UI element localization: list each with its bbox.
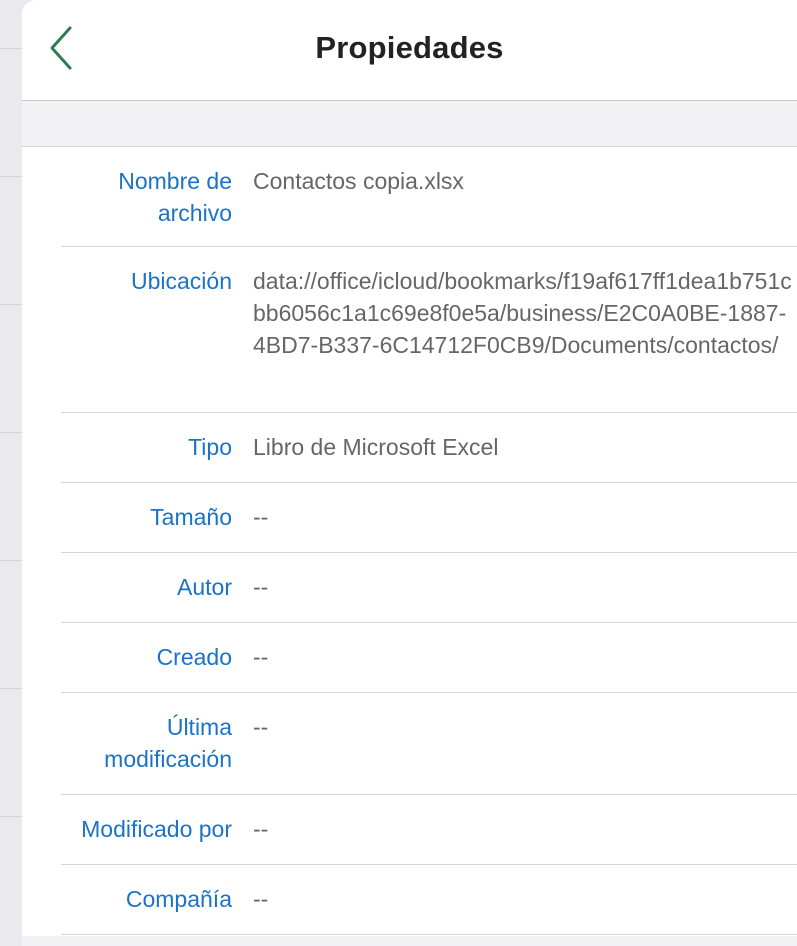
property-label: Tamaño (150, 504, 232, 530)
property-label: Tipo (188, 434, 232, 460)
property-value: Contactos copia.xlsx (253, 168, 464, 194)
property-value: -- (253, 714, 269, 740)
property-value: Libro de Microsoft Excel (253, 434, 499, 460)
property-value: -- (253, 816, 269, 842)
properties-sheet: Propiedades Nombre de archivo Contactos … (22, 0, 797, 946)
background-divider (0, 432, 22, 433)
background-divider (0, 688, 22, 689)
property-label: Ubicación (131, 268, 232, 294)
property-value: data://office/icloud/bookmarks/f19af617f… (253, 268, 792, 358)
property-row-company: Compañía -- (61, 865, 797, 935)
property-row-filename: Nombre de archivo Contactos copia.xlsx (61, 147, 797, 247)
property-row-last-modified: Última modificación -- (61, 693, 797, 795)
page-title: Propiedades (315, 30, 504, 65)
property-label: Última modificación (104, 714, 232, 772)
property-row-created: Creado -- (61, 623, 797, 693)
property-row-size: Tamaño -- (61, 483, 797, 553)
section-header-spacer (22, 101, 797, 147)
property-row-type: Tipo Libro de Microsoft Excel (61, 413, 797, 483)
property-row-author: Autor -- (61, 553, 797, 623)
background-divider (0, 304, 22, 305)
property-label: Nombre de archivo (118, 168, 232, 226)
background-divider (0, 560, 22, 561)
property-value: -- (253, 886, 269, 912)
property-value: -- (253, 644, 269, 670)
property-row-modified-by: Modificado por -- (61, 795, 797, 865)
property-label: Modificado por (81, 816, 232, 842)
bottom-spacer (22, 936, 797, 946)
property-label: Compañía (125, 886, 232, 912)
properties-list: Nombre de archivo Contactos copia.xlsx U… (22, 147, 797, 935)
property-row-location: Ubicación data://office/icloud/bookmarks… (61, 247, 797, 413)
navigation-bar: Propiedades (22, 0, 797, 101)
background-divider (0, 48, 22, 49)
background-divider (0, 176, 22, 177)
background-divider (0, 816, 22, 817)
property-label: Autor (177, 574, 232, 600)
property-value: -- (253, 504, 269, 530)
property-label: Creado (156, 644, 232, 670)
property-value: -- (253, 574, 269, 600)
